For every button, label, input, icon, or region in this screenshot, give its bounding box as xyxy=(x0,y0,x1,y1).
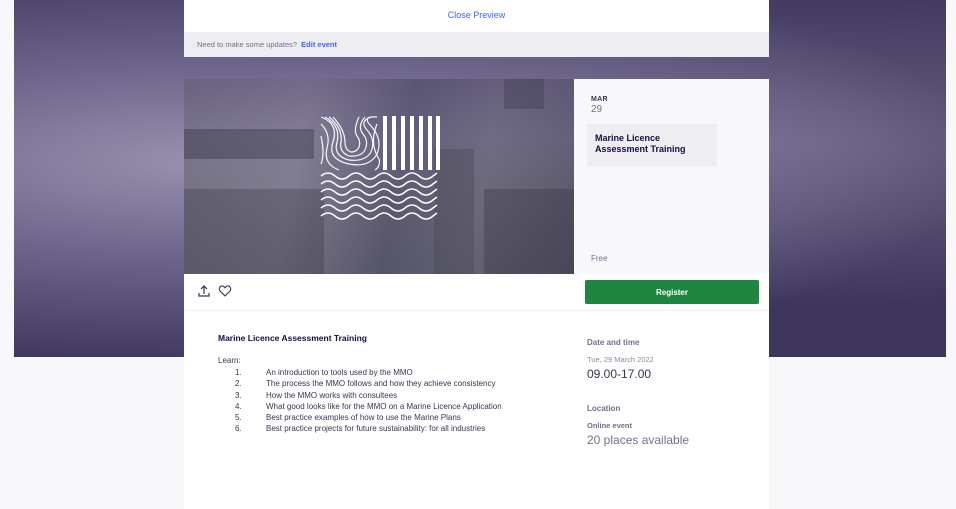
event-hero-image xyxy=(184,79,574,274)
list-item: 2. The process the MMO follows and how th… xyxy=(235,379,496,389)
list-item: 5. Best practice examples of how to use t… xyxy=(235,413,461,423)
event-price: Free xyxy=(591,254,608,263)
location-heading: Location xyxy=(587,404,621,413)
event-month: MAR xyxy=(591,96,608,103)
date-time-heading: Date and time xyxy=(587,338,640,347)
learn-label: Learn: xyxy=(218,356,241,365)
event-day: 29 xyxy=(591,104,603,115)
update-bar: Need to make some updates? Edit event xyxy=(184,32,769,57)
edit-event-link[interactable]: Edit event xyxy=(301,40,337,49)
event-time: 09.00-17.00 xyxy=(587,367,652,381)
places-available: 20 places available xyxy=(587,433,690,447)
update-prompt: Need to make some updates? xyxy=(197,40,298,49)
event-title: Marine Licence Assessment Training xyxy=(587,124,717,166)
share-icon[interactable] xyxy=(197,284,211,298)
event-description: Marine Licence Assessment Training Learn… xyxy=(218,333,558,435)
description-title: Marine Licence Assessment Training xyxy=(218,333,367,343)
list-item: 6. Best practice projects for future sust… xyxy=(235,424,486,434)
event-date: Tue, 29 March 2022 xyxy=(587,355,654,364)
marine-logo-icon xyxy=(320,116,440,220)
list-item: 3. How the MMO works with consultees xyxy=(235,390,398,400)
event-details: Date and time Tue, 29 March 2022 09.00-1… xyxy=(587,338,757,447)
heart-icon[interactable] xyxy=(218,284,232,298)
list-item: 1. An introduction to tools used by the M… xyxy=(235,368,413,377)
list-item: 4. What good looks like for the MMO on a … xyxy=(235,401,502,411)
register-button[interactable]: Register xyxy=(585,280,759,304)
action-row: Register xyxy=(184,274,769,311)
event-summary-panel: MAR 29 Marine Licence Assessment Trainin… xyxy=(574,79,769,274)
event-location: Online event xyxy=(587,421,633,430)
learn-list: 1. An introduction to tools used by the M… xyxy=(218,367,558,435)
preview-header: Close Preview xyxy=(184,0,769,32)
close-preview-link[interactable]: Close Preview xyxy=(448,10,506,20)
